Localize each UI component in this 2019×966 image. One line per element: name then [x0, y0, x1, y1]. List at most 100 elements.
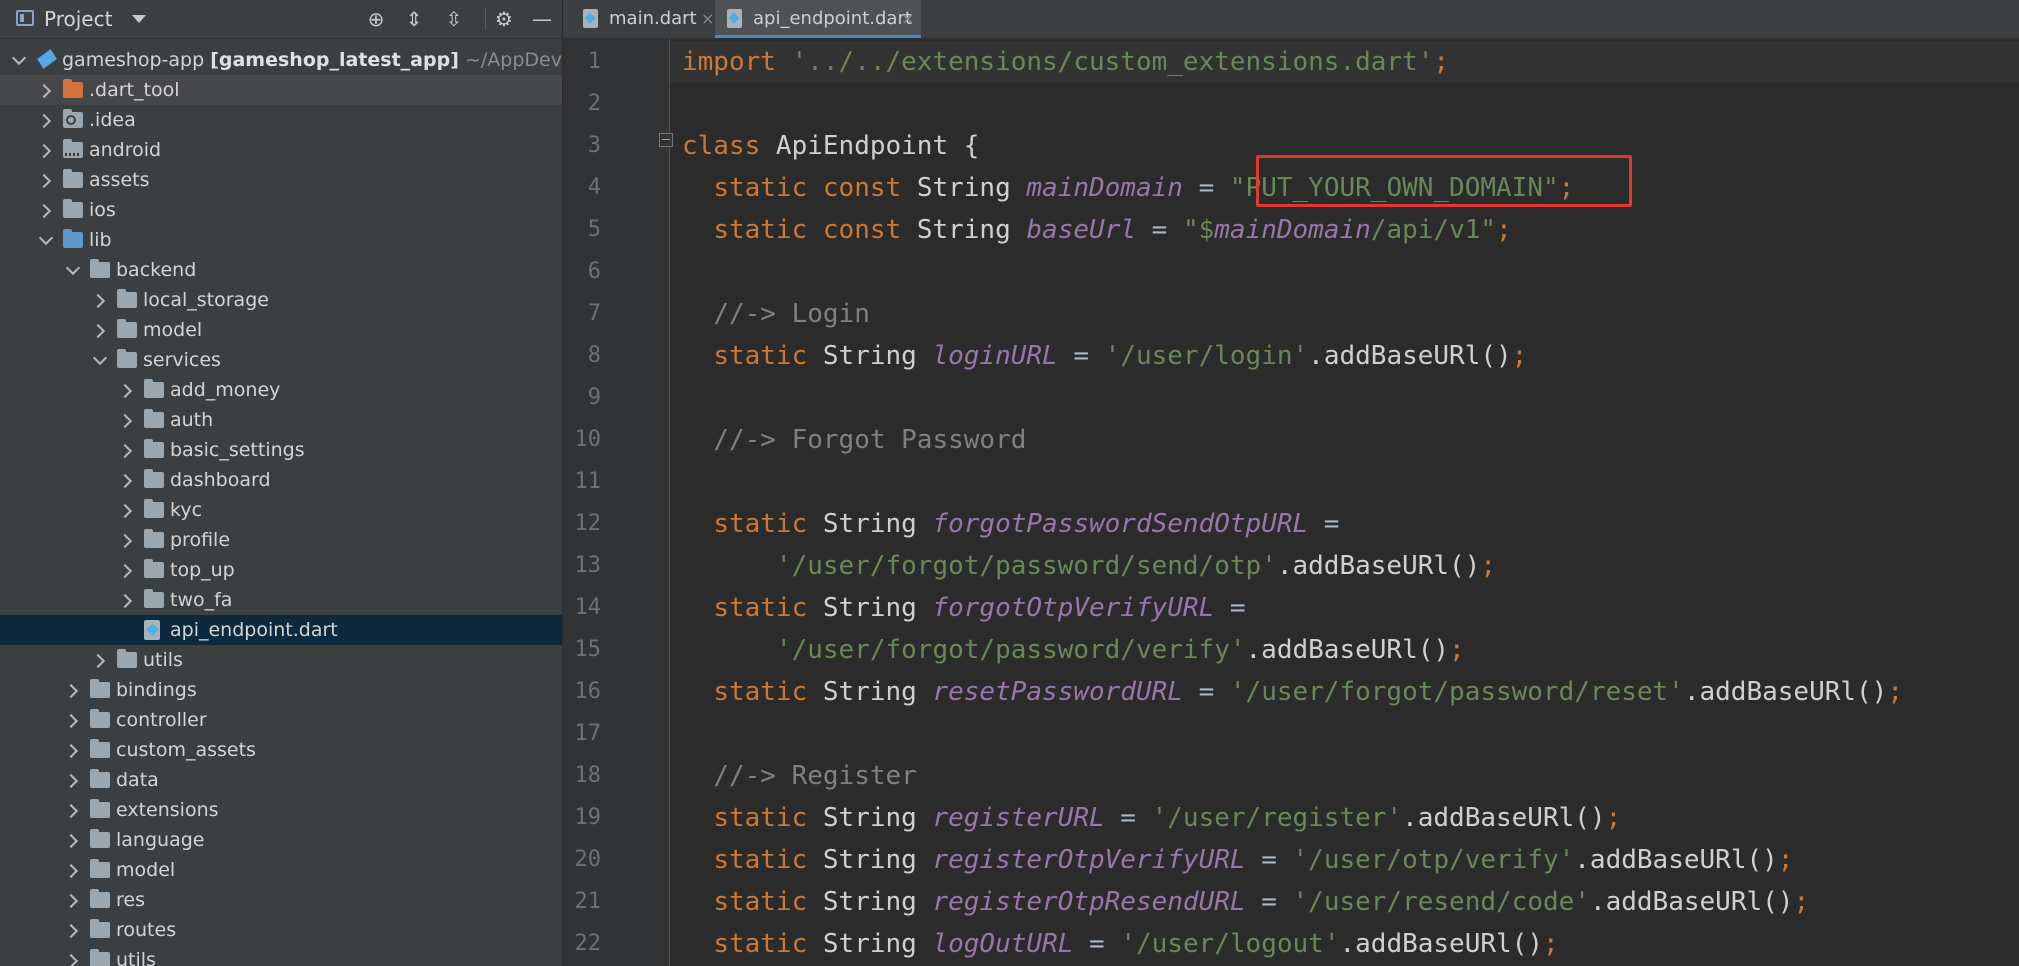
project-panel-title[interactable]: Project [44, 7, 112, 31]
chevron-right-icon[interactable] [90, 293, 106, 309]
tree-folder-item[interactable]: model [0, 315, 562, 345]
chevron-right-icon[interactable] [63, 683, 79, 699]
chevron-right-icon[interactable] [63, 923, 79, 939]
code-line[interactable]: static String forgotPasswordSendOtpURL = [682, 503, 1339, 545]
chevron-right-icon[interactable] [36, 113, 52, 129]
chevron-right-icon[interactable] [63, 713, 79, 729]
line-number: 19 [574, 805, 602, 830]
tree-folder-item[interactable]: ios [0, 195, 562, 225]
code-line[interactable]: static String registerURL = '/user/regis… [682, 797, 1621, 839]
code-line[interactable]: static String logOutURL = '/user/logout'… [682, 923, 1558, 965]
tree-folder-item[interactable]: auth [0, 405, 562, 435]
code-line[interactable]: static const String baseUrl = "$mainDoma… [682, 209, 1511, 251]
code-line[interactable]: '/user/forgot/password/verify'.addBaseUR… [682, 629, 1465, 671]
tree-folder-item[interactable]: lib [0, 225, 562, 255]
code-token: ApiEndpoint { [775, 131, 980, 161]
tree-folder-item[interactable]: .dart_tool [0, 75, 562, 105]
chevron-right-icon[interactable] [63, 953, 79, 966]
chevron-down-icon[interactable] [11, 50, 27, 66]
chevron-right-icon[interactable] [36, 83, 52, 99]
code-line[interactable]: static String forgotOtpVerifyURL = [682, 587, 1245, 629]
code-editor[interactable]: 1 2 3 4 5 6 7 8 9 10 11 12 13 14 15 16 17 18 19 20 21 22 impo… [563, 39, 2019, 966]
chevron-right-icon[interactable] [63, 893, 79, 909]
chevron-right-icon[interactable] [36, 203, 52, 219]
tree-item-label: top_up [170, 555, 235, 585]
tree-folder-item[interactable]: kyc [0, 495, 562, 525]
tree-folder-item[interactable]: language [0, 825, 562, 855]
code-line[interactable]: //-> Register [682, 755, 917, 797]
code-line[interactable]: //-> Login [682, 293, 870, 335]
tree-folder-item[interactable]: custom_assets [0, 735, 562, 765]
code-line[interactable]: static String registerOtpVerifyURL = '/u… [682, 839, 1793, 881]
tree-folder-item[interactable]: top_up [0, 555, 562, 585]
code-line[interactable]: import '../../extensions/custom_extensio… [682, 41, 1449, 83]
tree-folder-item[interactable]: basic_settings [0, 435, 562, 465]
tab-close-icon[interactable]: × [701, 0, 714, 38]
tree-folder-item[interactable]: routes [0, 915, 562, 945]
chevron-right-icon[interactable] [117, 473, 133, 489]
tree-item-name: android [89, 139, 162, 161]
gear-icon[interactable]: ⚙ [491, 6, 517, 32]
view-selector-chevron-down-icon[interactable] [132, 15, 146, 23]
locate-file-icon[interactable]: ⊕ [363, 6, 389, 32]
chevron-down-icon[interactable] [65, 260, 81, 276]
tree-folder-item[interactable]: model [0, 855, 562, 885]
tab-main-dart[interactable]: main.dart × [575, 0, 715, 38]
chevron-right-icon[interactable] [63, 773, 79, 789]
collapse-all-icon[interactable]: ⇳ [441, 6, 467, 32]
tab-api-endpoint-dart[interactable]: api_endpoint.dart × [715, 0, 921, 38]
chevron-right-icon[interactable] [117, 413, 133, 429]
tree-folder-item[interactable]: data [0, 765, 562, 795]
chevron-right-icon[interactable] [63, 743, 79, 759]
chevron-right-icon[interactable] [36, 143, 52, 159]
tree-folder-item[interactable]: android [0, 135, 562, 165]
tree-folder-item[interactable]: services [0, 345, 562, 375]
tree-folder-item[interactable]: profile [0, 525, 562, 555]
code-line[interactable]: static String loginURL = '/user/login'.a… [682, 335, 1527, 377]
tree-file-item[interactable]: api_endpoint.dart [0, 615, 562, 645]
chevron-right-icon[interactable] [90, 323, 106, 339]
code-line[interactable]: //-> Forgot Password [682, 419, 1026, 461]
tree-folder-item[interactable]: two_fa [0, 585, 562, 615]
tree-folder-item[interactable]: assets [0, 165, 562, 195]
tree-folder-item[interactable]: controller [0, 705, 562, 735]
chevron-down-icon[interactable] [92, 350, 108, 366]
chevron-right-icon[interactable] [117, 443, 133, 459]
chevron-right-icon[interactable] [63, 863, 79, 879]
expand-all-icon[interactable]: ⇕ [401, 6, 427, 32]
tree-folder-item[interactable]: dashboard [0, 465, 562, 495]
folder-icon [63, 199, 83, 218]
line-number: 13 [574, 553, 602, 578]
tree-folder-item[interactable]: utils [0, 645, 562, 675]
tree-folder-item[interactable]: backend [0, 255, 562, 285]
chevron-right-icon[interactable] [117, 383, 133, 399]
chevron-right-icon[interactable] [117, 593, 133, 609]
tree-item-name: backend [116, 259, 197, 281]
code-line[interactable]: static String resetPasswordURL = '/user/… [682, 671, 1903, 713]
tree-folder-item[interactable]: gameshop-app [gameshop_latest_app] ~/App… [0, 45, 562, 75]
tree-folder-item[interactable]: add_money [0, 375, 562, 405]
code-line[interactable]: class ApiEndpoint { [682, 125, 979, 167]
chevron-right-icon[interactable] [90, 653, 106, 669]
tree-folder-item[interactable]: res [0, 885, 562, 915]
hide-panel-icon[interactable]: — [529, 6, 555, 32]
tree-folder-item[interactable]: .idea [0, 105, 562, 135]
chevron-right-icon[interactable] [117, 563, 133, 579]
code-line[interactable]: '/user/forgot/password/send/otp'.addBase… [682, 545, 1496, 587]
chevron-right-icon[interactable] [63, 803, 79, 819]
code-line[interactable]: static String registerOtpResendURL = '/u… [682, 881, 1809, 923]
fold-icon[interactable] [659, 133, 673, 147]
chevron-right-icon[interactable] [36, 173, 52, 189]
chevron-down-icon[interactable] [38, 230, 54, 246]
tree-folder-item[interactable]: extensions [0, 795, 562, 825]
code-token: .addBaseURl() [1589, 887, 1794, 917]
tree-item-label: two_fa [170, 585, 232, 615]
tab-close-icon[interactable]: × [901, 0, 914, 38]
chevron-right-icon[interactable] [117, 533, 133, 549]
chevron-right-icon[interactable] [63, 833, 79, 849]
chevron-right-icon[interactable] [117, 503, 133, 519]
tree-folder-item[interactable]: bindings [0, 675, 562, 705]
tree-folder-item[interactable]: utils [0, 945, 562, 966]
tree-folder-item[interactable]: local_storage [0, 285, 562, 315]
